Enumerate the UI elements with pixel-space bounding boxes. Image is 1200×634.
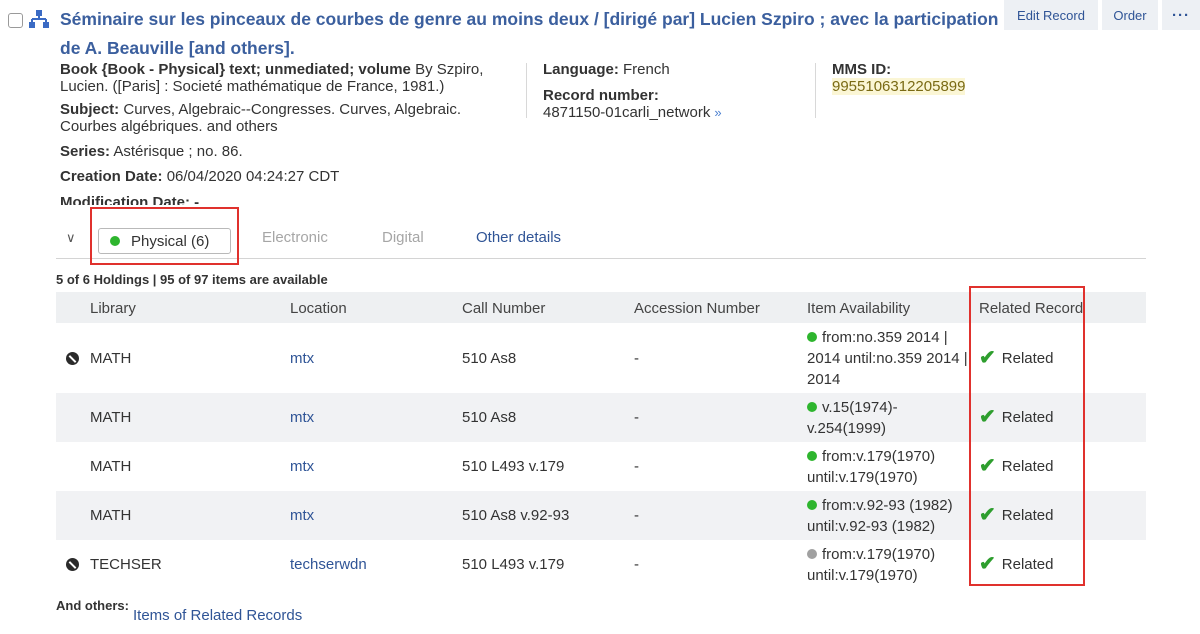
cell-call-number: 510 As8 v.92-93 xyxy=(462,507,570,524)
cell-accession-number: - xyxy=(634,458,639,475)
collapse-chevron-icon[interactable]: ∨ xyxy=(66,230,76,246)
record-details-id: MMS ID: 9955106312205899 xyxy=(832,61,1072,95)
mms-id-label: MMS ID: xyxy=(832,61,892,78)
items-of-related-records-link[interactable]: Items of Related Records xyxy=(133,607,302,624)
cell-location-link[interactable]: techserwdn xyxy=(290,556,367,573)
cell-call-number: 510 As8 xyxy=(462,350,517,367)
availability-text: from:no.359 2014 | 2014 until:no.359 201… xyxy=(807,329,968,388)
and-others-label: And others: xyxy=(56,598,129,613)
cell-call-number: 510 As8 xyxy=(462,409,517,426)
tab-electronic[interactable]: Electronic xyxy=(262,229,328,246)
column-header-accession-number[interactable]: Accession Number xyxy=(634,300,760,317)
available-dot-icon xyxy=(807,402,817,412)
cell-item-availability: from:v.179(1970) until:v.179(1970) xyxy=(807,544,969,586)
hierarchy-icon[interactable] xyxy=(29,10,49,28)
double-chevron-down-icon[interactable]: » xyxy=(714,105,721,120)
cell-item-availability: from:v.179(1970) until:v.179(1970) xyxy=(807,446,969,488)
no-entry-icon xyxy=(66,558,79,571)
cell-location-link[interactable]: mtx xyxy=(290,350,314,367)
cell-item-availability: from:v.92-93 (1982) until:v.92-93 (1982) xyxy=(807,495,969,537)
available-dot-icon xyxy=(807,332,817,342)
record-select-checkbox[interactable] xyxy=(8,13,23,28)
record-details-primary: Book {Book - Physical} text; unmediated;… xyxy=(60,61,500,191)
highlight-box-related-record xyxy=(969,286,1085,586)
record-details-secondary: Language: French Record number: 4871150-… xyxy=(543,61,793,121)
column-header-library[interactable]: Library xyxy=(90,300,136,317)
availability-text: from:v.179(1970) until:v.179(1970) xyxy=(807,448,936,486)
tab-other-details[interactable]: Other details xyxy=(476,229,561,246)
unavailable-dot-icon xyxy=(807,549,817,559)
cell-library: MATH xyxy=(90,350,132,367)
edit-record-button[interactable]: Edit Record xyxy=(1004,0,1098,30)
language-label: Language: xyxy=(543,61,619,78)
subject-label: Subject: xyxy=(60,101,120,118)
availability-text: v.15(1974)- v.254(1999) xyxy=(807,399,898,437)
cell-call-number: 510 L493 v.179 xyxy=(462,458,565,475)
cell-accession-number: - xyxy=(634,409,639,426)
cell-library: MATH xyxy=(90,507,132,524)
creation-date-value: 06/04/2020 04:24:27 CDT xyxy=(162,168,340,185)
cell-accession-number: - xyxy=(634,507,639,524)
order-button[interactable]: Order xyxy=(1102,0,1158,30)
holdings-summary: 5 of 6 Holdings | 95 of 97 items are ava… xyxy=(56,272,328,287)
series-label: Series: xyxy=(60,143,111,160)
creation-date-label: Creation Date: xyxy=(60,168,163,185)
mms-id-value: 9955106312205899 xyxy=(832,78,966,95)
cell-location-link[interactable]: mtx xyxy=(290,458,314,475)
cell-item-availability: from:no.359 2014 | 2014 until:no.359 201… xyxy=(807,327,969,390)
cell-library: MATH xyxy=(90,409,132,426)
format-label: Book {Book - Physical} text; unmediated;… xyxy=(60,61,411,78)
highlight-box-physical-tab xyxy=(90,207,239,265)
no-entry-icon xyxy=(66,352,79,365)
tab-digital[interactable]: Digital xyxy=(382,229,424,246)
record-title[interactable]: Séminaire sur les pinceaux de courbes de… xyxy=(60,5,1000,63)
availability-text: from:v.179(1970) until:v.179(1970) xyxy=(807,546,936,584)
cell-call-number: 510 L493 v.179 xyxy=(462,556,565,573)
series-value: Astérisque ; no. 86. xyxy=(110,143,243,160)
available-dot-icon xyxy=(807,500,817,510)
cell-accession-number: - xyxy=(634,350,639,367)
cell-location-link[interactable]: mtx xyxy=(290,507,314,524)
available-dot-icon xyxy=(807,451,817,461)
cell-library: MATH xyxy=(90,458,132,475)
column-divider xyxy=(815,63,816,118)
availability-text: from:v.92-93 (1982) until:v.92-93 (1982) xyxy=(807,497,953,535)
more-actions-button[interactable]: ··· xyxy=(1162,0,1200,30)
record-number-label: Record number: xyxy=(543,87,659,104)
subject-value: Curves, Algebraic--Congresses. Curves, A… xyxy=(60,101,461,135)
modification-date: Modification Date: - xyxy=(60,194,200,205)
column-divider xyxy=(526,63,527,118)
cell-location-link[interactable]: mtx xyxy=(290,409,314,426)
cell-item-availability: v.15(1974)- v.254(1999) xyxy=(807,397,969,439)
record-number-value: 4871150-01carli_network xyxy=(543,104,711,121)
column-header-item-availability[interactable]: Item Availability xyxy=(807,300,910,317)
cell-library: TECHSER xyxy=(90,556,162,573)
column-header-location[interactable]: Location xyxy=(290,300,347,317)
column-header-call-number[interactable]: Call Number xyxy=(462,300,545,317)
cell-accession-number: - xyxy=(634,556,639,573)
language-value: French xyxy=(618,61,670,78)
